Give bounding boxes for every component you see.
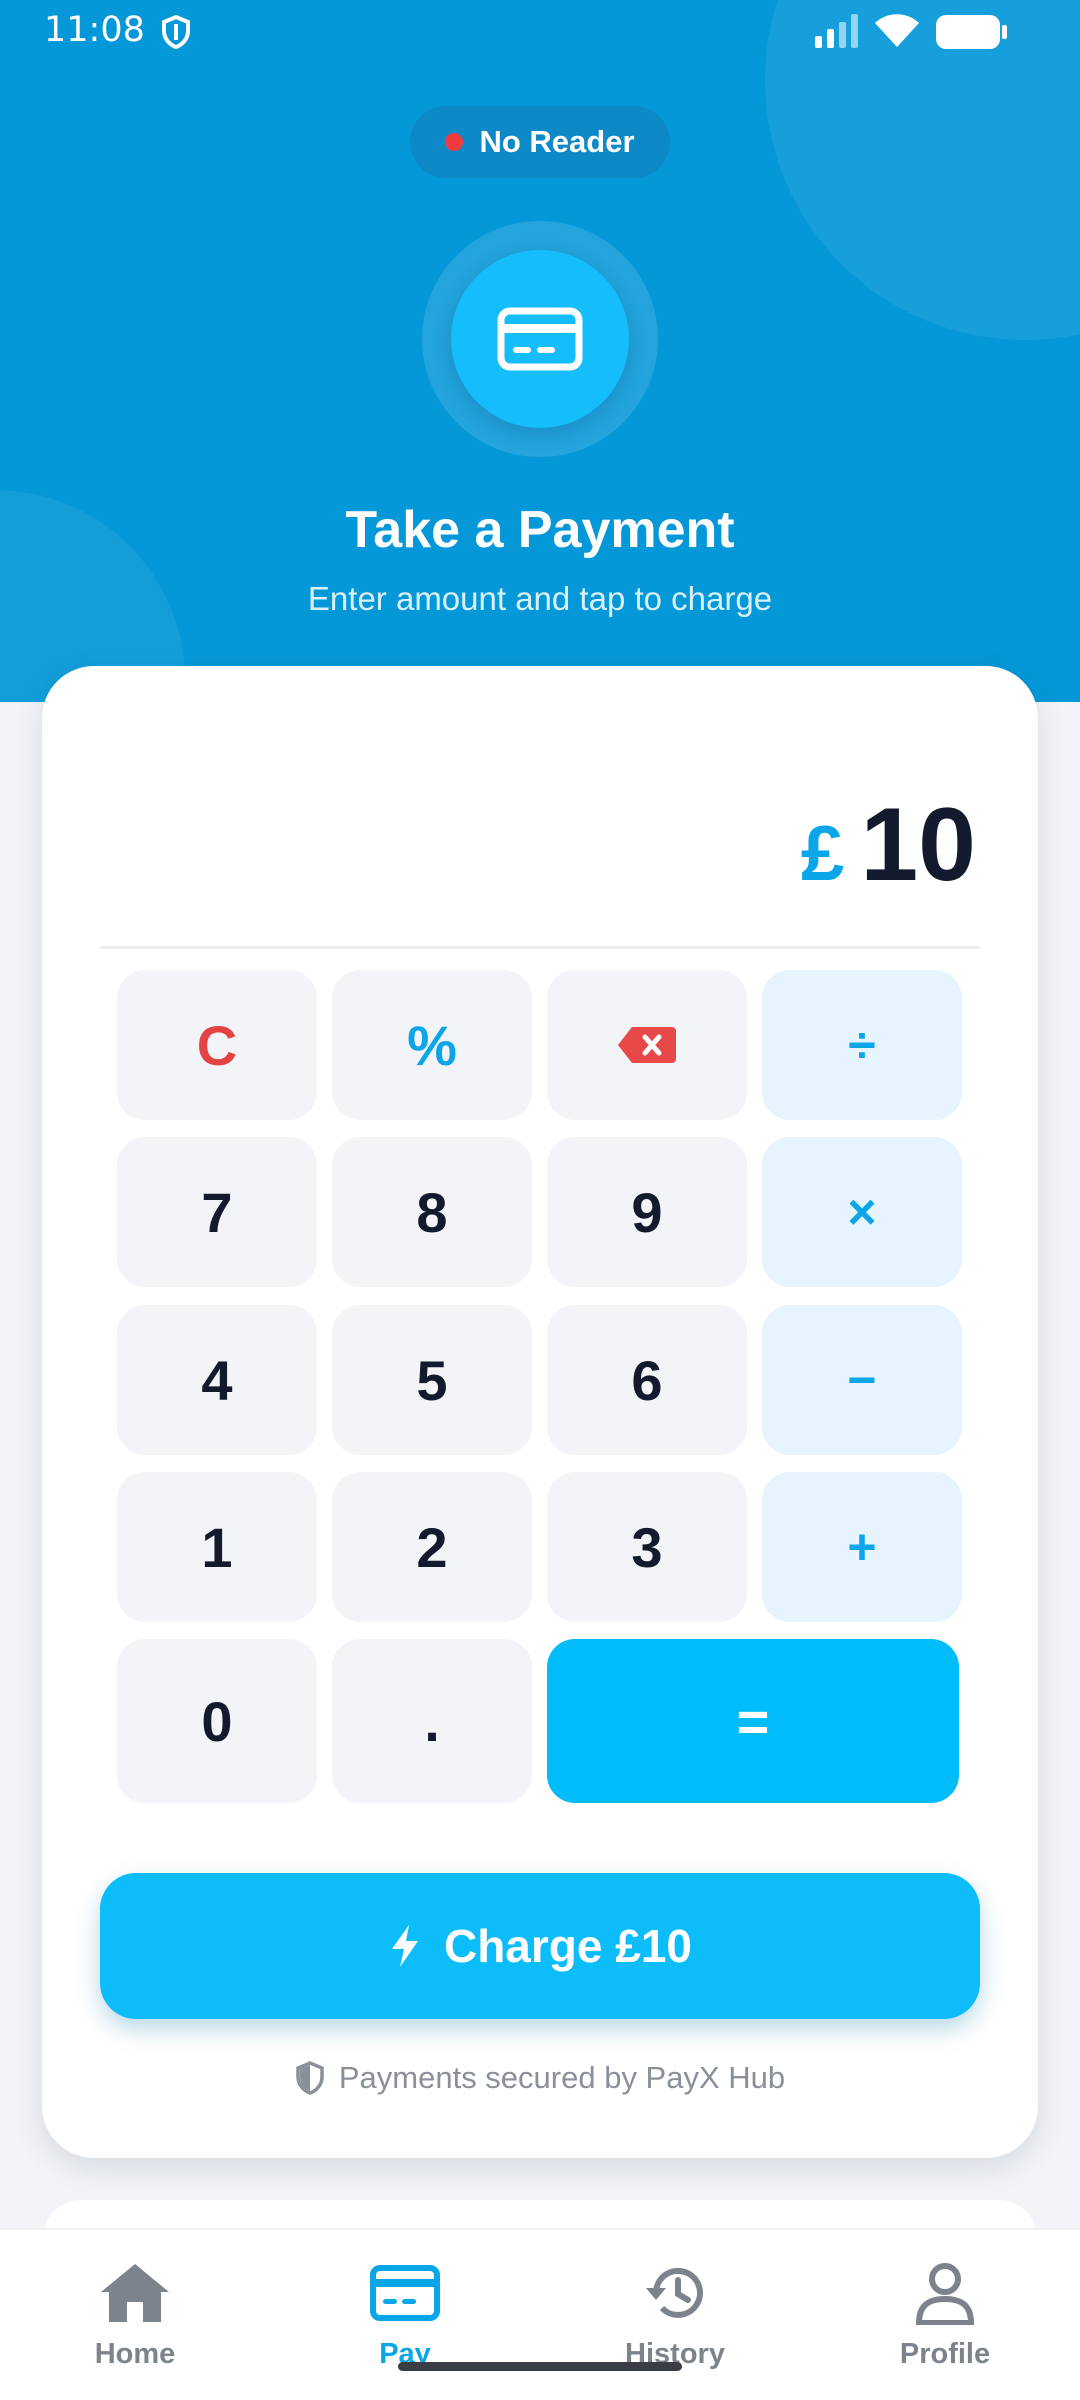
- minus-key[interactable]: −: [762, 1305, 962, 1455]
- digit-8-key[interactable]: 8: [332, 1137, 532, 1287]
- charge-button[interactable]: Charge £10: [100, 1873, 980, 2019]
- battery-icon: [936, 15, 1007, 49]
- signal-icon: [815, 14, 858, 48]
- card-icon: [370, 2265, 440, 2321]
- home-indicator[interactable]: [398, 2362, 682, 2371]
- digit-4-key[interactable]: 4: [117, 1305, 317, 1455]
- wifi-icon: [875, 14, 919, 47]
- amount-value: 10: [860, 787, 976, 903]
- lightning-icon: [391, 1925, 418, 1967]
- nav-label-profile: Profile: [899, 2338, 991, 2370]
- multiply-key[interactable]: ×: [762, 1137, 962, 1287]
- nav-label-home: Home: [94, 2338, 176, 2370]
- nav-item-profile[interactable]: Profile: [845, 2230, 1045, 2400]
- digit-0-key[interactable]: 0: [117, 1639, 317, 1803]
- digit-1-key[interactable]: 1: [117, 1472, 317, 1622]
- divider: [100, 946, 980, 949]
- reader-status-label: No Reader: [479, 124, 635, 159]
- reader-status-badge[interactable]: No Reader: [410, 106, 670, 178]
- nav-item-pay[interactable]: Pay: [305, 2230, 505, 2400]
- reader-status-dot: [445, 133, 464, 151]
- security-note: Payments secured by PayX Hub: [0, 2060, 1080, 2096]
- decimal-key[interactable]: .: [332, 1639, 532, 1803]
- page-title: Take a Payment: [345, 501, 735, 559]
- backspace-key[interactable]: [547, 970, 747, 1120]
- status-bar: 11:08: [0, 0, 1080, 62]
- shield-icon: [296, 2061, 324, 2095]
- profile-icon: [915, 2263, 975, 2325]
- digit-3-key[interactable]: 3: [547, 1472, 747, 1622]
- digit-2-key[interactable]: 2: [332, 1472, 532, 1622]
- nav-item-history[interactable]: History: [575, 2230, 775, 2400]
- card-icon-circle: [451, 250, 629, 428]
- bottom-navigation: Home Pay History Profile: [0, 2228, 1080, 2400]
- charge-button-label: Charge £10: [443, 1920, 692, 1972]
- digit-9-key[interactable]: 9: [547, 1137, 747, 1287]
- security-note-text: Payments secured by PayX Hub: [338, 2060, 786, 2095]
- divide-key[interactable]: ÷: [762, 970, 962, 1120]
- backspace-icon: [618, 1027, 676, 1063]
- digit-6-key[interactable]: 6: [547, 1305, 747, 1455]
- digit-7-key[interactable]: 7: [117, 1137, 317, 1287]
- plus-key[interactable]: +: [762, 1472, 962, 1622]
- currency-symbol: £: [800, 809, 845, 897]
- digit-5-key[interactable]: 5: [332, 1305, 532, 1455]
- percent-key[interactable]: %: [332, 970, 532, 1120]
- equals-key[interactable]: =: [547, 1639, 959, 1803]
- page-subtitle: Enter amount and tap to charge: [307, 580, 773, 617]
- nav-item-home[interactable]: Home: [35, 2230, 235, 2400]
- header-banner: 11:08 No Reader Take a Payment Enter amo…: [0, 0, 1080, 702]
- amount-display: £ 10: [801, 786, 976, 905]
- status-time: 11:08: [44, 10, 145, 50]
- clear-key[interactable]: C: [117, 970, 317, 1120]
- history-icon: [646, 2267, 703, 2318]
- card-icon: [497, 307, 583, 371]
- home-icon: [101, 2264, 169, 2322]
- shield-icon: [162, 14, 190, 50]
